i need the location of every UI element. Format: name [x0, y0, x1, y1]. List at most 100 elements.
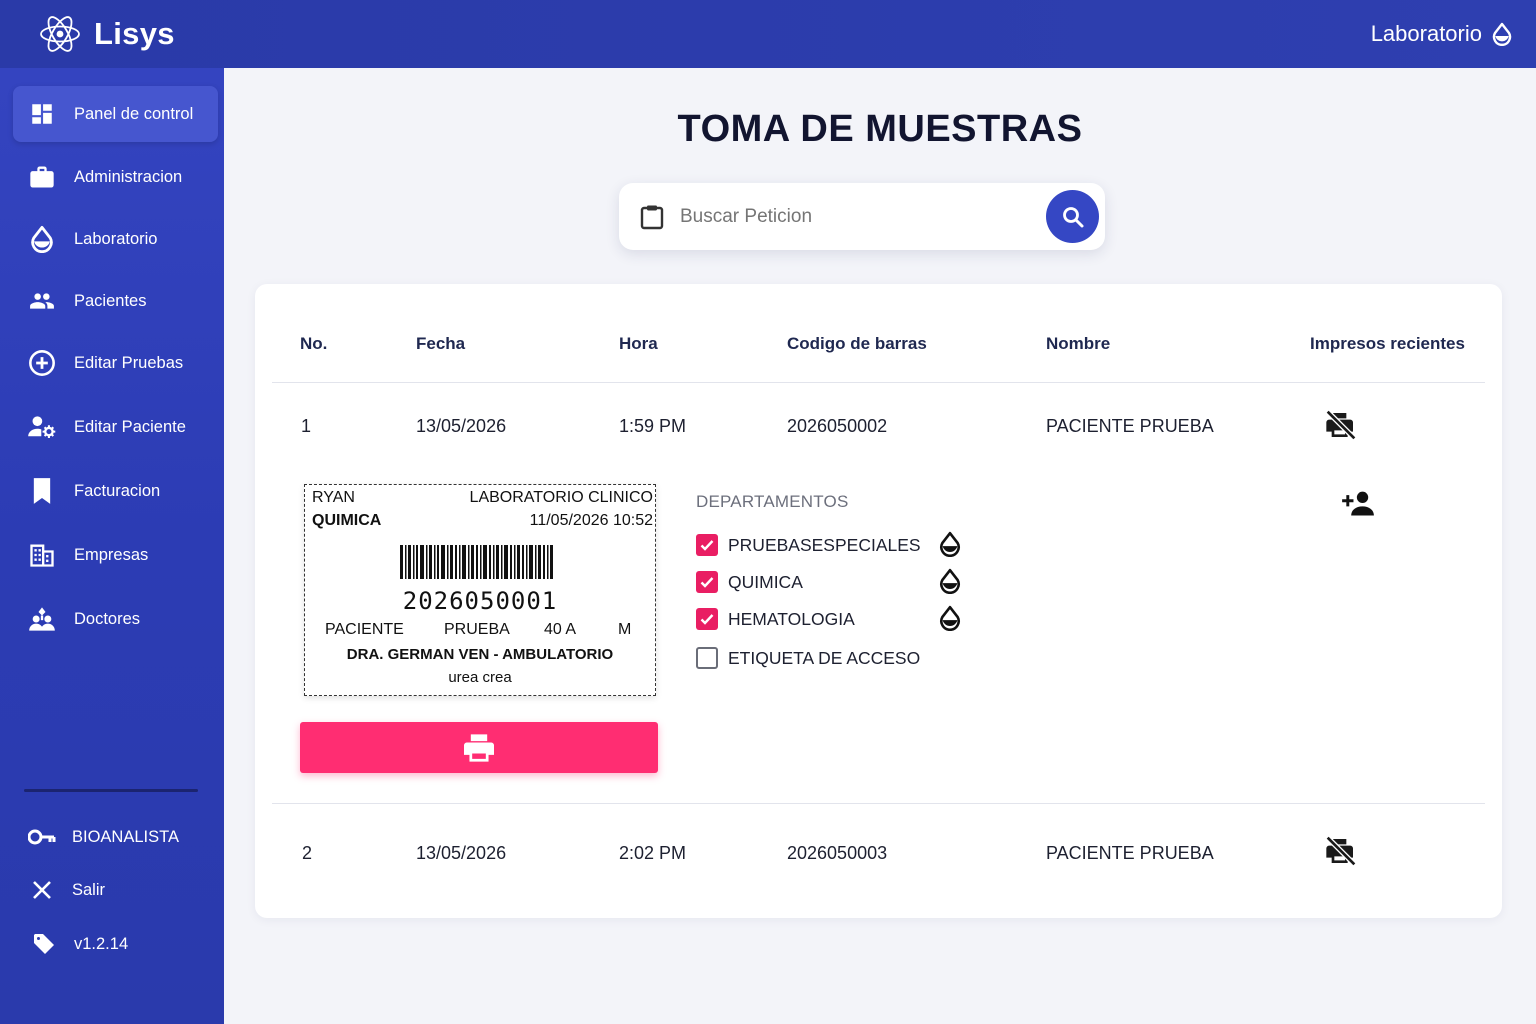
checkbox-checked-icon[interactable] — [696, 571, 718, 593]
sidebar-item-label: Pacientes — [74, 291, 147, 310]
cell-no: 1 — [301, 416, 312, 436]
add-person-icon[interactable] — [1341, 489, 1375, 517]
department-label: PRUEBASESPECIALES — [728, 534, 921, 555]
sidebar-item-editar-paciente[interactable]: Editar Paciente — [13, 399, 218, 455]
barcode-graphic — [400, 545, 553, 579]
cell-nombre: PACIENTE PRUEBA — [1046, 416, 1214, 436]
label-doctor: DRA. GERMAN VEN - AMBULATORIO — [346, 646, 614, 663]
app-name: Lisys — [94, 16, 175, 51]
row-divider — [272, 803, 1485, 804]
label-datetime: 11/05/2026 10:52 — [529, 512, 653, 529]
column-header-nombre[interactable]: Nombre — [1046, 334, 1110, 354]
checkbox-checked-icon[interactable] — [696, 534, 718, 556]
people-icon — [27, 286, 57, 316]
samples-table-card: No. Fecha Hora Codigo de barras Nombre I… — [255, 284, 1502, 918]
column-header-hora[interactable]: Hora — [619, 334, 658, 354]
cell-no: 2 — [302, 843, 313, 863]
department-label: ETIQUETA DE ACCESO — [728, 647, 921, 668]
header-divider — [272, 382, 1485, 383]
print-label-button[interactable] — [300, 722, 658, 773]
department-checkbox-pruebasespeciales[interactable]: PRUEBASESPECIALES — [696, 534, 921, 556]
cell-nombre: PACIENTE PRUEBA — [1046, 843, 1214, 863]
column-header-codigo[interactable]: Codigo de barras — [787, 334, 927, 354]
drop-icon — [1492, 22, 1512, 46]
checkbox-unchecked-icon[interactable] — [696, 647, 718, 669]
sidebar-item-panel-de-control[interactable]: Panel de control — [13, 86, 218, 142]
column-header-no[interactable]: No. — [300, 334, 327, 354]
label-last-name: PRUEBA — [444, 621, 510, 638]
module-label: Laboratorio — [1370, 21, 1482, 46]
top-bar: Lisys Laboratorio — [0, 0, 1536, 68]
sidebar-item-label: Administracion — [74, 167, 183, 186]
label-barcode-number: 2026050001 — [402, 587, 558, 615]
sidebar-divider — [24, 789, 198, 792]
version-label: v1.2.14 — [74, 934, 129, 953]
column-header-fecha[interactable]: Fecha — [416, 334, 465, 354]
page-title: TOMA DE MUESTRAS — [677, 108, 1083, 150]
search-bar — [619, 183, 1105, 250]
sidebar-item-pacientes[interactable]: Pacientes — [13, 273, 218, 329]
atom-logo-icon — [40, 16, 80, 52]
search-button[interactable] — [1046, 190, 1099, 243]
module-indicator[interactable]: Laboratorio — [1371, 0, 1512, 68]
department-label: HEMATOLOGIA — [728, 608, 855, 629]
sidebar-item-label: Facturacion — [74, 481, 161, 500]
label-sex: M — [618, 621, 632, 638]
search-input[interactable] — [680, 205, 1020, 228]
sidebar-item-label: Laboratorio — [74, 229, 158, 248]
department-checkbox-hematologia[interactable]: HEMATOLOGIA — [696, 608, 855, 630]
briefcase-icon — [27, 162, 57, 192]
sidebar-item-label: Empresas — [74, 545, 149, 564]
search-icon — [1062, 206, 1083, 227]
label-age: 40 A — [544, 621, 577, 638]
role-item[interactable]: BIOANALISTA — [28, 823, 179, 851]
sidebar-item-doctores[interactable]: Doctores — [13, 591, 218, 647]
printer-icon — [464, 733, 494, 762]
sidebar-item-label: Panel de control — [74, 104, 194, 123]
label-preview: RYAN LABORATORIO CLINICO QUIMICA 11/05/2… — [304, 484, 656, 696]
cell-fecha: 13/05/2026 — [416, 843, 507, 863]
sidebar-item-facturacion[interactable]: Facturacion — [13, 463, 218, 519]
role-label: BIOANALISTA — [72, 827, 179, 846]
department-checkbox-etiqueta-de-acceso[interactable]: ETIQUETA DE ACCESO — [696, 647, 920, 669]
dashboard-icon — [27, 99, 57, 129]
cell-hora: 1:59 PM — [619, 416, 687, 436]
label-tests: urea crea — [448, 669, 512, 686]
cell-fecha: 13/05/2026 — [416, 416, 507, 436]
building-icon — [27, 540, 57, 570]
department-checkbox-quimica[interactable]: QUIMICA — [696, 571, 803, 593]
sidebar-item-label: Editar Paciente — [74, 417, 186, 436]
label-first-name: PACIENTE — [325, 621, 404, 638]
add-circle-icon — [27, 348, 57, 378]
clipboard-icon — [640, 205, 664, 229]
version-item: v1.2.14 — [30, 930, 128, 958]
close-icon — [28, 876, 56, 904]
label-department: QUIMICA — [312, 512, 382, 529]
print-disabled-icon[interactable] — [1325, 409, 1357, 441]
print-disabled-icon[interactable] — [1325, 835, 1357, 867]
sidebar-item-editar-pruebas[interactable]: Editar Pruebas — [13, 335, 218, 391]
tag-icon — [30, 930, 58, 958]
drop-icon — [940, 531, 960, 557]
sidebar: Panel de control Administracion Laborato… — [0, 68, 224, 1024]
person-settings-icon — [27, 412, 57, 442]
bookmark-icon — [27, 476, 57, 506]
sidebar-item-administracion[interactable]: Administracion — [13, 149, 218, 205]
cell-codigo: 2026050003 — [787, 843, 888, 863]
drop-icon — [940, 568, 960, 594]
cell-codigo: 2026050002 — [787, 416, 888, 436]
sidebar-item-empresas[interactable]: Empresas — [13, 527, 218, 583]
department-label: QUIMICA — [728, 571, 803, 592]
label-lab: LABORATORIO CLINICO — [469, 489, 653, 506]
cell-hora: 2:02 PM — [619, 843, 687, 863]
brand[interactable]: Lisys — [38, 12, 175, 56]
checkbox-checked-icon[interactable] — [696, 608, 718, 630]
key-icon — [28, 823, 56, 851]
column-header-impresos[interactable]: Impresos recientes — [1310, 334, 1465, 354]
sidebar-item-label: Editar Pruebas — [74, 353, 184, 372]
logout-button[interactable]: Salir — [28, 876, 105, 904]
departments-title: DEPARTAMENTOS — [696, 492, 849, 511]
sidebar-item-laboratorio[interactable]: Laboratorio — [13, 211, 218, 267]
sidebar-item-label: Doctores — [74, 609, 141, 628]
drop-icon — [27, 224, 57, 254]
